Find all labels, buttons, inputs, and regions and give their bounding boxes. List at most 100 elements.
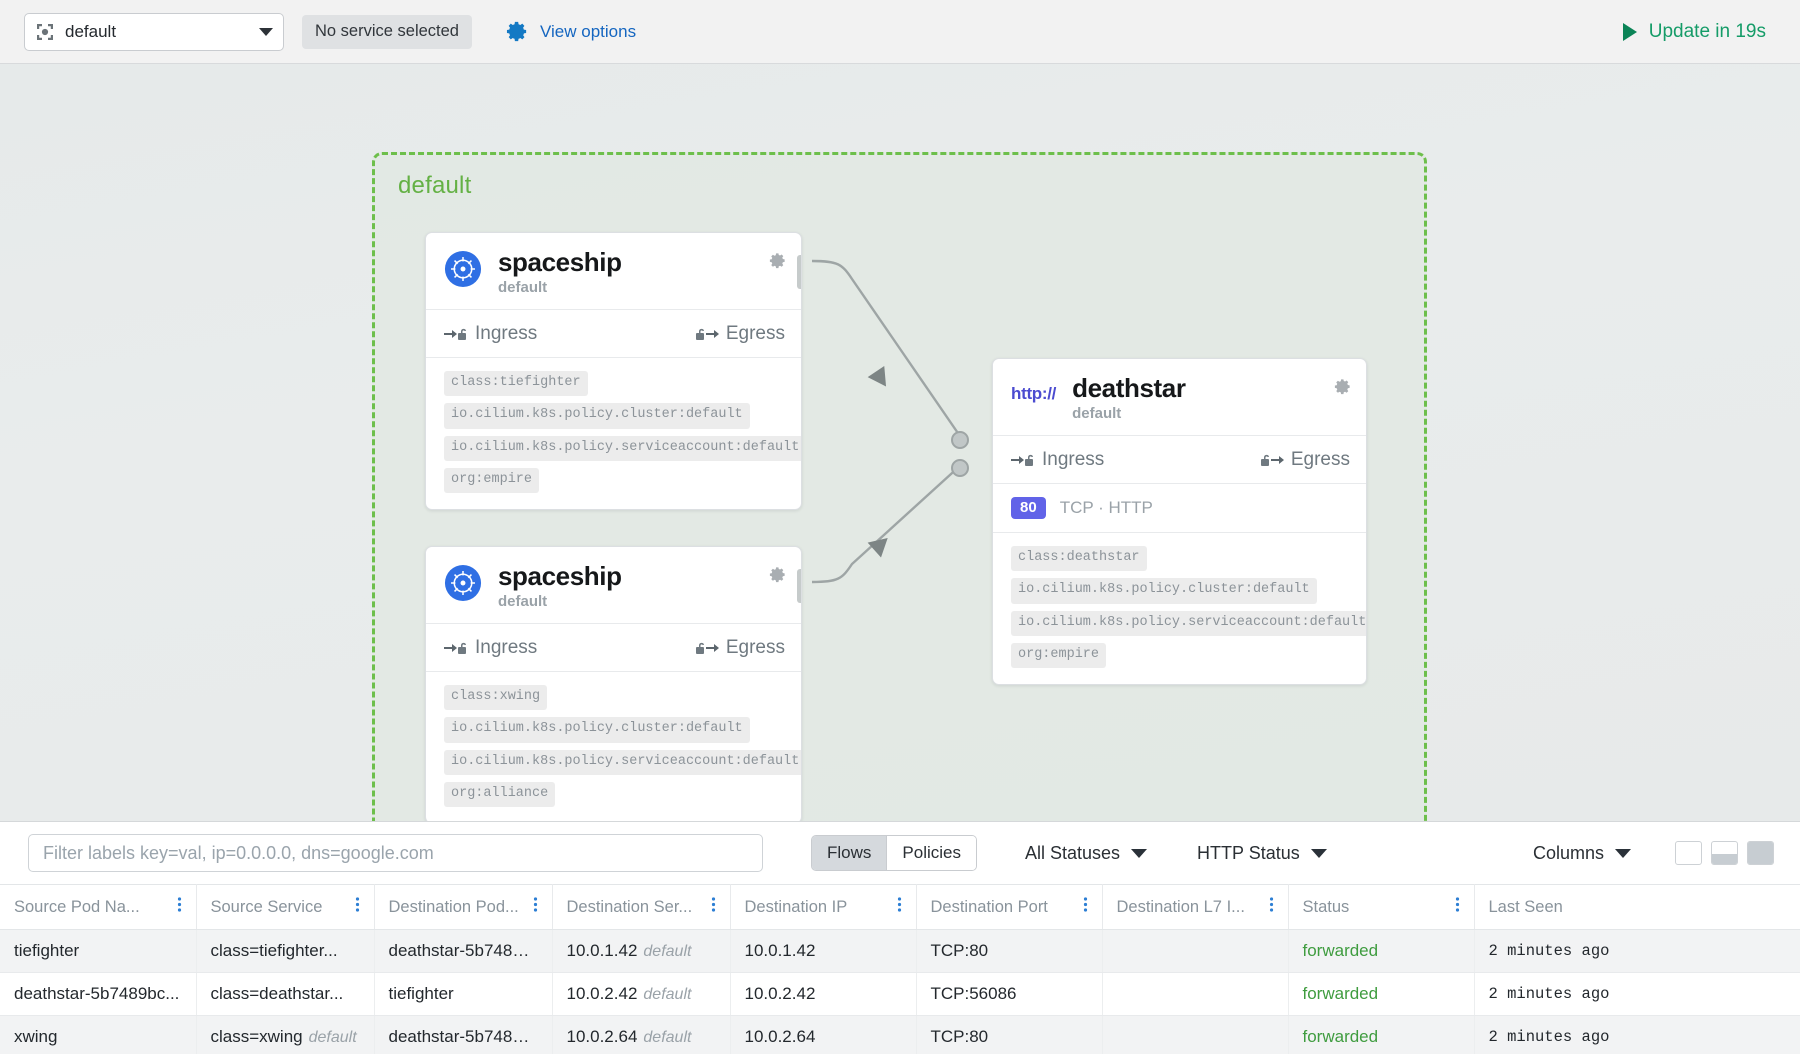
chevron-down-icon xyxy=(1311,849,1327,858)
service-map-canvas[interactable]: default xyxy=(0,64,1800,821)
cell-destination-service: 10.0.2.42default xyxy=(552,973,730,1016)
egress-label: Egress xyxy=(726,323,785,345)
column-header-status[interactable]: Status xyxy=(1288,885,1474,930)
cell-last-seen: 2 minutes ago xyxy=(1474,973,1800,1016)
policy-label: io.cilium.k8s.policy.serviceaccount:defa… xyxy=(444,436,802,461)
service-status-chip: No service selected xyxy=(302,15,472,49)
cell-destination-l7 xyxy=(1102,1016,1288,1054)
policy-label: io.cilium.k8s.policy.cluster:default xyxy=(444,717,750,742)
service-card-tiefighter[interactable]: spaceship default Ingress xyxy=(425,232,802,510)
cell-source-service: class=deathstar... xyxy=(196,973,374,1016)
egress-group: Egress xyxy=(695,637,785,659)
policy-label: org:alliance xyxy=(444,782,555,807)
top-toolbar: default No service selected View options… xyxy=(0,0,1800,64)
columns-label: Columns xyxy=(1533,843,1604,864)
column-header-destination-pod[interactable]: Destination Pod... xyxy=(374,885,552,930)
cell-status: forwarded xyxy=(1288,973,1474,1016)
card-port-row: 80 TCP · HTTP xyxy=(993,484,1366,533)
port-protocol-label: TCP · HTTP xyxy=(1060,498,1153,518)
cell-last-seen: 2 minutes ago xyxy=(1474,930,1800,973)
card-title: spaceship xyxy=(498,562,622,590)
column-menu-icon[interactable] xyxy=(1259,896,1274,918)
unlocked-padlock-arrow-out-icon xyxy=(1260,451,1284,469)
cell-destination-port: TCP:56086 xyxy=(916,973,1102,1016)
policy-label: org:empire xyxy=(444,468,539,493)
ingress-label: Ingress xyxy=(475,637,537,659)
policy-label: io.cilium.k8s.policy.serviceaccount:defa… xyxy=(444,750,802,775)
table-row[interactable]: tiefighter class=tiefighter... deathstar… xyxy=(0,930,1800,973)
column-header-source-pod[interactable]: Source Pod Na... xyxy=(0,885,196,930)
cell-destination-pod: deathstar-5b7489bc... xyxy=(374,1016,552,1054)
chevron-down-icon xyxy=(1131,849,1147,858)
gear-icon[interactable] xyxy=(768,565,787,584)
cell-destination-service: 10.0.2.64default xyxy=(552,1016,730,1054)
cell-destination-service: 10.0.1.42default xyxy=(552,930,730,973)
card-policy-row: Ingress Egress xyxy=(426,624,801,672)
card-header: spaceship default xyxy=(426,547,801,624)
namespace-select[interactable]: default xyxy=(24,13,284,51)
card-namespace: default xyxy=(1072,405,1185,422)
column-header-destination-l7[interactable]: Destination L7 I... xyxy=(1102,885,1288,930)
column-header-destination-ip[interactable]: Destination IP xyxy=(730,885,916,930)
flows-table: Source Pod Na... Source Service Destinat… xyxy=(0,884,1800,1054)
table-row[interactable]: deathstar-5b7489bc... class=deathstar...… xyxy=(0,973,1800,1016)
column-menu-icon[interactable] xyxy=(1445,896,1460,918)
service-card-deathstar[interactable]: http:// deathstar default Ingress xyxy=(992,358,1367,685)
cell-source-pod: tiefighter xyxy=(0,930,196,973)
column-menu-icon[interactable] xyxy=(701,896,716,918)
egress-group: Egress xyxy=(695,323,785,345)
gear-icon[interactable] xyxy=(768,251,787,270)
panel-size-medium-button[interactable] xyxy=(1711,841,1738,865)
update-timer-button[interactable]: Update in 19s xyxy=(1623,21,1776,43)
card-labels: class:xwing io.cilium.k8s.policy.cluster… xyxy=(426,672,801,821)
service-card-xwing[interactable]: spaceship default Ingress xyxy=(425,546,802,821)
gear-icon[interactable] xyxy=(1333,377,1352,396)
panel-size-large-button[interactable] xyxy=(1747,841,1774,865)
panel-size-toggles xyxy=(1675,841,1774,865)
card-title: spaceship xyxy=(498,248,622,276)
card-header: http:// deathstar default xyxy=(993,359,1366,436)
cell-destination-pod: deathstar-5b7489bc... xyxy=(374,930,552,973)
column-menu-icon[interactable] xyxy=(345,896,360,918)
view-options-label: View options xyxy=(540,22,636,42)
filter-input[interactable] xyxy=(28,834,763,872)
tab-policies[interactable]: Policies xyxy=(886,836,976,870)
policy-label: io.cilium.k8s.policy.cluster:default xyxy=(444,403,750,428)
arrow-into-unlocked-padlock-icon xyxy=(444,325,468,343)
cell-destination-port: TCP:80 xyxy=(916,1016,1102,1054)
ingress-group: Ingress xyxy=(1011,449,1104,471)
policy-label: io.cilium.k8s.policy.serviceaccount:defa… xyxy=(1011,611,1367,636)
gear-icon xyxy=(506,20,529,43)
status-filter-label: All Statuses xyxy=(1025,843,1120,864)
table-row[interactable]: xwing class=xwingdefault deathstar-5b748… xyxy=(0,1016,1800,1054)
panel-size-small-button[interactable] xyxy=(1675,841,1702,865)
column-menu-icon[interactable] xyxy=(887,896,902,918)
cell-destination-ip: 10.0.2.64 xyxy=(730,1016,916,1054)
view-options-button[interactable]: View options xyxy=(506,15,636,49)
cell-destination-port: TCP:80 xyxy=(916,930,1102,973)
column-menu-icon[interactable] xyxy=(167,896,182,918)
column-header-last-seen[interactable]: Last Seen xyxy=(1474,885,1800,930)
cell-source-service: class=xwingdefault xyxy=(196,1016,374,1054)
tab-flows[interactable]: Flows xyxy=(812,836,886,870)
status-filter-dropdown[interactable]: All Statuses xyxy=(1025,843,1147,864)
cell-status: forwarded xyxy=(1288,930,1474,973)
namespace-select-value: default xyxy=(65,23,259,40)
cell-destination-ip: 10.0.1.42 xyxy=(730,930,916,973)
cell-destination-l7 xyxy=(1102,973,1288,1016)
column-menu-icon[interactable] xyxy=(523,896,538,918)
column-header-source-service[interactable]: Source Service xyxy=(196,885,374,930)
column-header-destination-service[interactable]: Destination Ser... xyxy=(552,885,730,930)
column-header-destination-port[interactable]: Destination Port xyxy=(916,885,1102,930)
port-badge: 80 xyxy=(1011,497,1046,519)
card-namespace: default xyxy=(498,279,622,296)
arrow-into-unlocked-padlock-icon xyxy=(1011,451,1035,469)
http-status-dropdown[interactable]: HTTP Status xyxy=(1197,843,1327,864)
unlocked-padlock-arrow-out-icon xyxy=(695,325,719,343)
card-title: deathstar xyxy=(1072,374,1185,402)
column-menu-icon[interactable] xyxy=(1073,896,1088,918)
card-labels: class:deathstar io.cilium.k8s.policy.clu… xyxy=(993,533,1366,684)
columns-dropdown[interactable]: Columns xyxy=(1533,843,1631,864)
kubernetes-namespace-icon xyxy=(35,22,55,42)
policy-label: class:tiefighter xyxy=(444,371,588,396)
